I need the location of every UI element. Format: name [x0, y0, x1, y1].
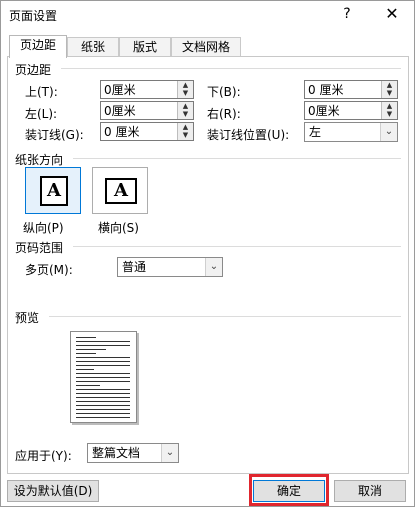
orientation-separator [73, 158, 401, 159]
cancel-button[interactable]: 取消 [334, 480, 406, 502]
preview-line [76, 381, 130, 382]
title-bar: 页面设置 ? ✕ [1, 1, 414, 29]
landscape-label[interactable]: 横向(S) [98, 219, 139, 236]
set-default-button[interactable]: 设为默认值(D) [7, 480, 99, 502]
portrait-label[interactable]: 纵向(P) [23, 219, 64, 236]
preview-line [76, 349, 106, 350]
top-margin-arrows[interactable]: ▲ ▼ [177, 81, 193, 98]
spinner-up-icon[interactable]: ▲ [178, 102, 193, 110]
spinner-down-icon[interactable]: ▼ [178, 89, 193, 97]
preview-line [76, 365, 130, 366]
spinner-up-icon[interactable]: ▲ [178, 123, 193, 131]
preview-separator [49, 316, 401, 317]
preview-line [76, 373, 130, 374]
preview-line [76, 397, 130, 398]
tab-layout[interactable]: 版式 [119, 37, 171, 57]
landscape-page-icon: A [105, 178, 137, 204]
landscape-option[interactable]: A [92, 167, 148, 214]
spinner-down-icon[interactable]: ▼ [178, 110, 193, 118]
spinner-down-icon[interactable]: ▼ [382, 89, 397, 97]
gutter-value: 0 厘米 [104, 125, 140, 139]
bottom-margin-spinner[interactable]: 0 厘米 ▲ ▼ [304, 80, 398, 99]
apply-to-value: 整篇文档 [92, 446, 141, 460]
right-margin-arrows[interactable]: ▲ ▼ [381, 102, 397, 119]
preview-line [76, 409, 130, 410]
apply-to-select[interactable]: 整篇文档 ⌄ [87, 443, 179, 463]
bottom-margin-label: 下(B): [207, 85, 241, 99]
preview-line [76, 393, 130, 394]
preview-line [76, 341, 130, 342]
preview-line [76, 401, 130, 402]
gutter-arrows[interactable]: ▲ ▼ [177, 123, 193, 140]
gutter-position-select[interactable]: 左 ⌄ [304, 122, 398, 142]
portrait-page-icon: A [40, 176, 68, 206]
help-button[interactable]: ? [333, 3, 361, 25]
spinner-down-icon[interactable]: ▼ [382, 110, 397, 118]
preview-line [76, 361, 130, 362]
preview-section-title: 预览 [15, 311, 40, 325]
right-margin-spinner[interactable]: 0厘米 ▲ ▼ [304, 101, 398, 120]
preview-line [76, 417, 130, 418]
page-setup-dialog: 页面设置 ? ✕ 页边距 纸张 版式 文档网格 页边距 上(T): 0厘米 ▲ … [0, 0, 415, 507]
multiple-pages-select[interactable]: 普通 ⌄ [117, 257, 223, 277]
pages-separator [73, 246, 401, 247]
preview-line [76, 405, 130, 406]
top-margin-label: 上(T): [25, 85, 58, 99]
left-margin-spinner[interactable]: 0厘米 ▲ ▼ [100, 101, 194, 120]
left-margin-label: 左(L): [25, 107, 58, 121]
multiple-pages-value: 普通 [122, 260, 147, 274]
preview-line [76, 377, 130, 378]
tab-document-grid[interactable]: 文档网格 [171, 37, 241, 57]
pages-section-title: 页码范围 [15, 241, 64, 255]
preview-line [76, 357, 130, 358]
page-preview [70, 331, 137, 423]
chevron-down-icon[interactable]: ⌄ [161, 444, 178, 462]
preview-line [76, 353, 96, 354]
preview-line [76, 385, 100, 386]
dialog-title: 页面设置 [9, 9, 58, 23]
gutter-label: 装订线(G): [25, 128, 84, 142]
preview-line [76, 337, 96, 338]
ok-button-highlight [249, 474, 329, 506]
right-margin-label: 右(R): [207, 107, 241, 121]
margins-section-title: 页边距 [15, 63, 52, 77]
bottom-margin-arrows[interactable]: ▲ ▼ [381, 81, 397, 98]
chevron-down-icon[interactable]: ⌄ [205, 258, 222, 276]
spinner-up-icon[interactable]: ▲ [178, 81, 193, 89]
preview-line [76, 413, 130, 414]
gutter-position-value: 左 [309, 125, 322, 139]
spinner-up-icon[interactable]: ▲ [382, 81, 397, 89]
preview-line [76, 389, 130, 390]
bottom-margin-value: 0 厘米 [308, 83, 344, 97]
tab-margins[interactable]: 页边距 [9, 35, 67, 58]
orientation-section-title: 纸张方向 [15, 153, 64, 167]
left-margin-arrows[interactable]: ▲ ▼ [177, 102, 193, 119]
top-margin-spinner[interactable]: 0厘米 ▲ ▼ [100, 80, 194, 99]
right-margin-value: 0厘米 [308, 104, 340, 118]
chevron-down-icon[interactable]: ⌄ [380, 123, 397, 141]
multiple-pages-label: 多页(M): [25, 263, 73, 277]
margins-separator [61, 68, 401, 69]
portrait-option[interactable]: A [25, 167, 81, 214]
apply-to-label: 应用于(Y): [15, 449, 72, 463]
tab-paper[interactable]: 纸张 [67, 37, 119, 57]
spinner-up-icon[interactable]: ▲ [382, 102, 397, 110]
preview-line [76, 369, 94, 370]
close-button[interactable]: ✕ [378, 3, 406, 25]
gutter-spinner[interactable]: 0 厘米 ▲ ▼ [100, 122, 194, 141]
left-margin-value: 0厘米 [104, 104, 136, 118]
gutter-position-label: 装订线位置(U): [207, 128, 290, 142]
spinner-down-icon[interactable]: ▼ [178, 131, 193, 139]
top-margin-value: 0厘米 [104, 83, 136, 97]
preview-line [76, 345, 130, 346]
